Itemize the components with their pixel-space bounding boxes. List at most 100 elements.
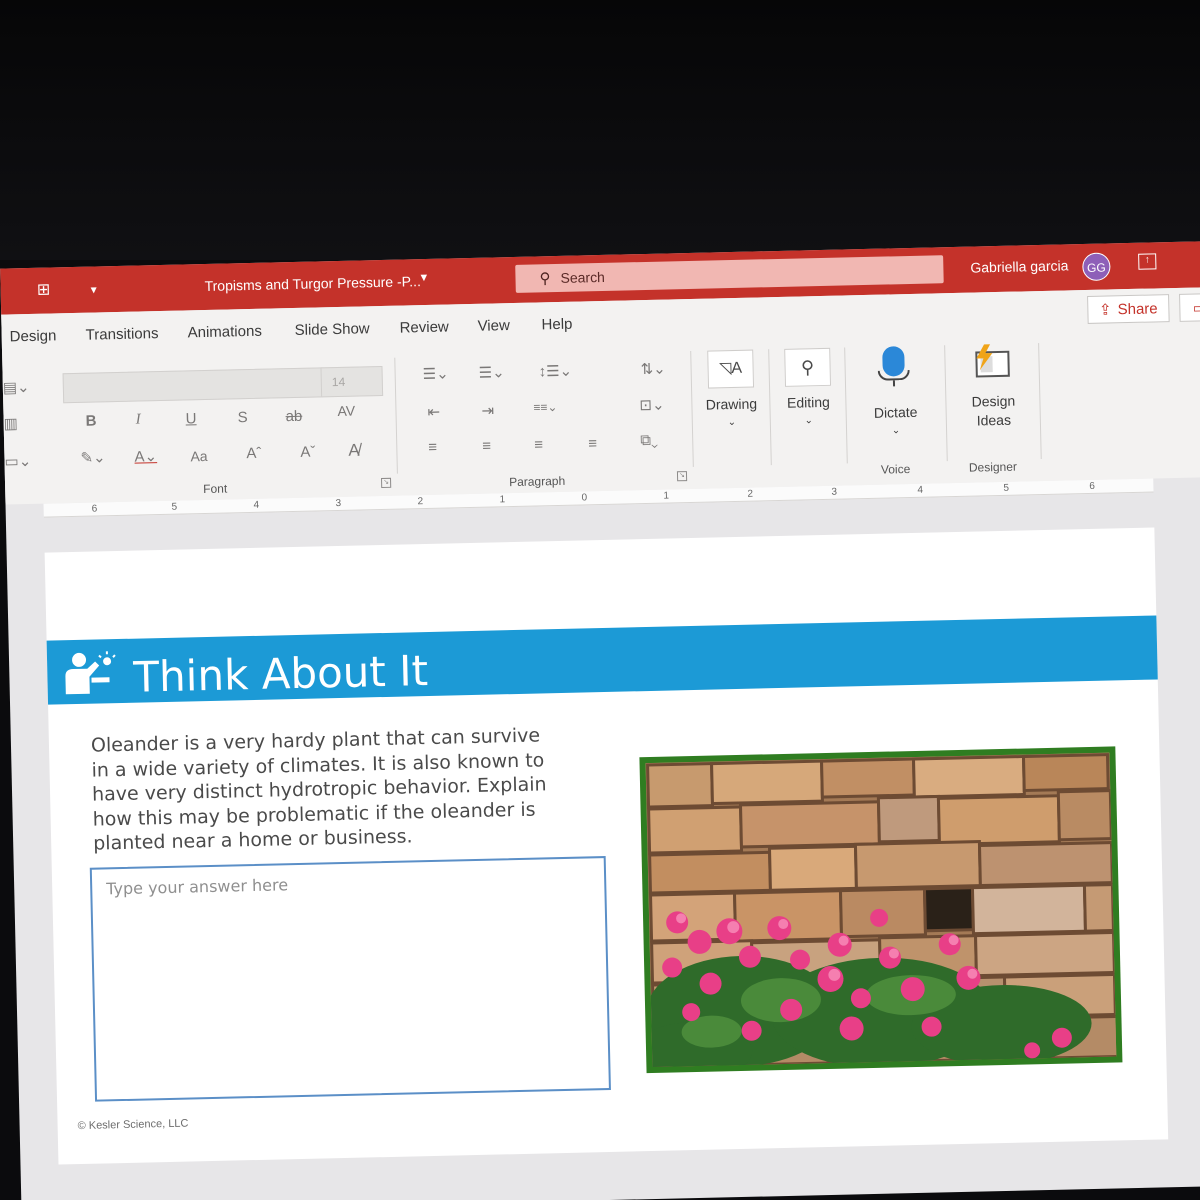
paragraph-group-label: Paragraph: [508, 473, 566, 490]
dictate-button[interactable]: Dictate ⌄: [865, 404, 926, 437]
ruler-mark: 1: [663, 490, 670, 502]
align-right-icon[interactable]: ≡: [534, 436, 543, 453]
justify-icon[interactable]: ≡: [588, 435, 597, 452]
comments-button[interactable]: ▭: [1179, 292, 1200, 322]
ruler-mark: 5: [171, 501, 178, 513]
divider: [844, 347, 848, 464]
chevron-down-icon: ⌄: [727, 416, 737, 429]
tab-design[interactable]: Design: [10, 327, 57, 345]
microphone-stand: [877, 370, 910, 381]
divider: [768, 349, 772, 466]
font-color-icon[interactable]: A⌄: [134, 447, 157, 466]
font-dialog-launcher-icon[interactable]: ↘: [381, 477, 392, 489]
share-button[interactable]: ⇪ Share: [1087, 294, 1170, 324]
paragraph-dialog-launcher-icon[interactable]: ↘: [676, 471, 688, 482]
tab-animations[interactable]: Animations: [187, 323, 262, 342]
tab-help[interactable]: Help: [541, 316, 572, 334]
divider: [394, 357, 398, 474]
ribbon: Design Transitions Animations Slide Show…: [1, 286, 1200, 505]
decrease-indent-icon[interactable]: ⇤: [427, 403, 440, 421]
shrink-font-button[interactable]: Aˇ: [300, 444, 315, 461]
document-title[interactable]: Tropisms and Turgor Pressure -P...: [204, 273, 421, 294]
text-direction-icon[interactable]: ⇅⌄: [640, 360, 666, 379]
question-text[interactable]: Oleander is a very hardy plant that can …: [91, 722, 594, 856]
slide-canvas[interactable]: Think About It Oleander is a very hardy …: [44, 527, 1169, 1165]
align-center-icon[interactable]: ≡: [482, 438, 491, 455]
reset-icon[interactable]: ▥: [3, 414, 18, 432]
highlight-icon[interactable]: ✎⌄: [80, 448, 106, 467]
ribbon-display-options-icon[interactable]: ↑: [1138, 253, 1157, 270]
oleander-photo-frame[interactable]: [632, 746, 1123, 1083]
ruler-mark: 3: [335, 497, 342, 510]
monitor-bezel: [0, 0, 1200, 260]
divider: [690, 350, 694, 467]
share-icon: ⇪: [1098, 301, 1112, 319]
align-left-icon[interactable]: ≡: [428, 439, 437, 456]
divider: [1038, 343, 1042, 460]
ruler-mark: 1: [499, 494, 506, 506]
tab-view[interactable]: View: [477, 317, 510, 335]
design-ideas-line1: Design: [971, 392, 1016, 410]
chevron-down-icon[interactable]: ▼: [418, 272, 429, 284]
font-size-value: 14: [331, 374, 346, 390]
numbering-icon[interactable]: ☰⌄: [478, 363, 504, 382]
font-family-combo[interactable]: [62, 367, 324, 404]
ribbon-tabs: Design Transitions Animations Slide Show…: [2, 316, 573, 353]
thinking-person-icon: [65, 651, 116, 695]
increase-indent-icon[interactable]: ⇥: [481, 401, 494, 419]
dictate-label: Dictate: [873, 403, 918, 421]
answer-textbox[interactable]: Type your answer here: [89, 856, 611, 1102]
align-text-icon[interactable]: ⊡⌄: [639, 396, 665, 415]
clear-formatting-icon[interactable]: A̸: [348, 441, 360, 461]
section-icon[interactable]: ▭⌄: [4, 452, 31, 471]
design-ideas-button[interactable]: Design Ideas: [959, 391, 1028, 431]
bold-button[interactable]: B: [85, 412, 96, 429]
heading-banner: Think About It: [46, 615, 1158, 705]
answer-placeholder: Type your answer here: [106, 875, 289, 899]
underline-button[interactable]: U: [185, 410, 196, 427]
ruler-mark: 6: [1089, 480, 1096, 492]
grow-font-button[interactable]: Aˆ: [246, 445, 261, 462]
customize-toolbar-icon[interactable]: ▾: [82, 278, 104, 300]
line-spacing-icon[interactable]: ↕☰⌄: [538, 362, 572, 381]
font-group-label: Font: [203, 481, 228, 497]
search-label: Search: [560, 268, 606, 286]
ruler-mark: 2: [747, 488, 754, 500]
designer-group-label: Designer: [968, 459, 1018, 475]
tab-transitions[interactable]: Transitions: [85, 325, 158, 344]
ruler-mark: 6: [91, 503, 98, 515]
ruler-mark: 5: [1003, 482, 1010, 494]
avatar[interactable]: GG: [1082, 252, 1111, 282]
tab-review[interactable]: Review: [399, 318, 449, 336]
chevron-down-icon: ⌄: [891, 425, 901, 437]
change-case-button[interactable]: Aa: [190, 448, 207, 464]
oleander-wall-photo: [632, 752, 1120, 1083]
character-spacing-button[interactable]: AV: [337, 403, 355, 419]
editing-button[interactable]: Editing ⌄: [779, 394, 838, 427]
user-name[interactable]: Gabriella garcia: [970, 257, 1068, 275]
search-input[interactable]: ⚲ Search: [515, 255, 944, 293]
drawing-button[interactable]: Drawing ⌄: [703, 395, 760, 428]
slide-title[interactable]: Think About It: [133, 646, 429, 702]
text-shadow-button[interactable]: S: [237, 409, 247, 426]
tab-slide-show[interactable]: Slide Show: [294, 320, 369, 339]
design-ideas-line2: Ideas: [976, 411, 1012, 429]
font-size-combo[interactable]: 14: [320, 365, 384, 398]
ruler-mark: 4: [253, 499, 260, 511]
ruler-mark: 2: [417, 496, 424, 508]
powerpoint-window: ⊞ ▾ Tropisms and Turgor Pressure -P... ▼…: [0, 240, 1200, 1200]
italic-button[interactable]: I: [135, 411, 140, 428]
bullets-icon[interactable]: ☰⌄: [422, 364, 448, 383]
strikethrough-button[interactable]: ab: [285, 408, 302, 425]
smartart-icon[interactable]: ⧉⌄: [640, 432, 658, 449]
shapes-icon[interactable]: ◹A: [707, 349, 755, 389]
copyright-text: © Kesler Science, LLC: [77, 1117, 189, 1133]
share-label: Share: [1117, 299, 1158, 318]
search-icon: ⚲: [539, 270, 551, 288]
layout-icon[interactable]: ▤⌄: [3, 378, 30, 397]
present-icon[interactable]: ⊞: [32, 279, 54, 301]
drawing-label: Drawing: [705, 395, 758, 413]
design-ideas-icon[interactable]: [970, 344, 1011, 379]
columns-icon[interactable]: ≡≡⌄: [533, 400, 557, 415]
find-icon[interactable]: ⚲: [784, 347, 832, 387]
